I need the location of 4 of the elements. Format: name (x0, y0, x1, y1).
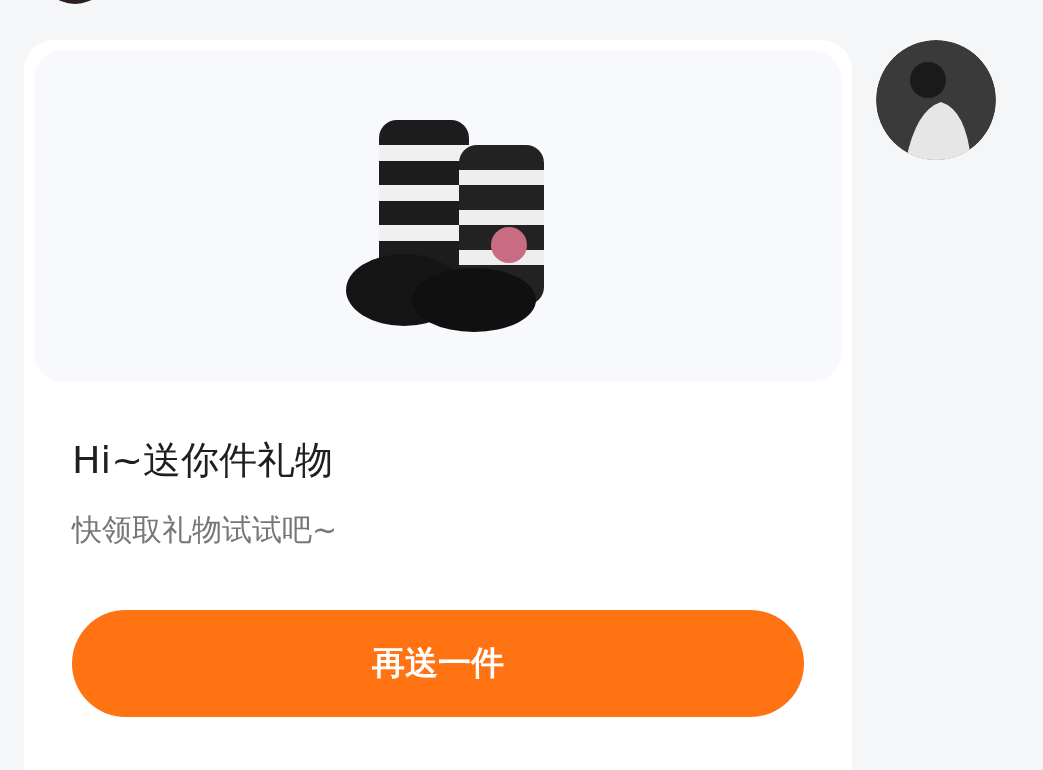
gift-title: Hi~送你件礼物 (72, 437, 334, 484)
avatar[interactable] (876, 40, 996, 160)
send-again-button[interactable]: 再送一件 (72, 610, 804, 717)
gift-subtitle: 快领取礼物试试吧~ (72, 511, 339, 549)
